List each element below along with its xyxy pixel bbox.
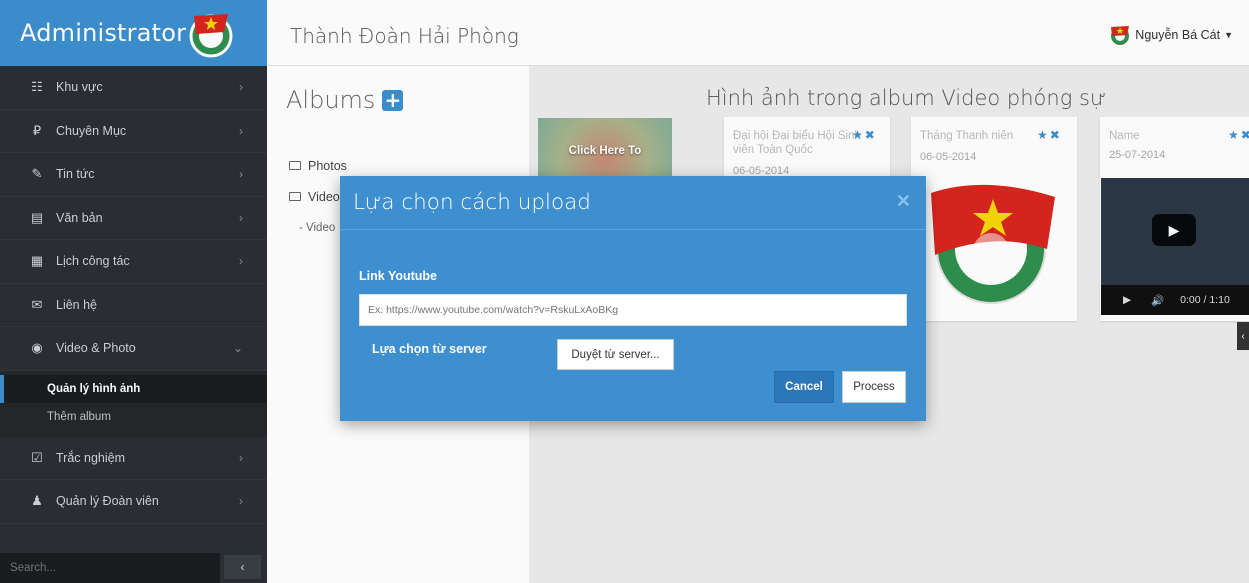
close-icon[interactable]: ✕ <box>896 191 911 212</box>
server-label: Lựa chọn từ server <box>372 342 487 356</box>
youtube-link-input[interactable] <box>359 294 907 326</box>
cancel-button[interactable]: Cancel <box>774 371 834 403</box>
modal-header: Lựa chọn cách upload ✕ <box>340 176 926 230</box>
process-button[interactable]: Process <box>842 371 906 403</box>
youtube-label: Link Youtube <box>359 269 438 283</box>
upload-modal: Lựa chọn cách upload ✕ Link Youtube Lựa … <box>340 176 926 421</box>
modal-title: Lựa chọn cách upload <box>353 190 591 215</box>
browse-server-button[interactable]: Duyệt từ server... <box>557 339 674 370</box>
